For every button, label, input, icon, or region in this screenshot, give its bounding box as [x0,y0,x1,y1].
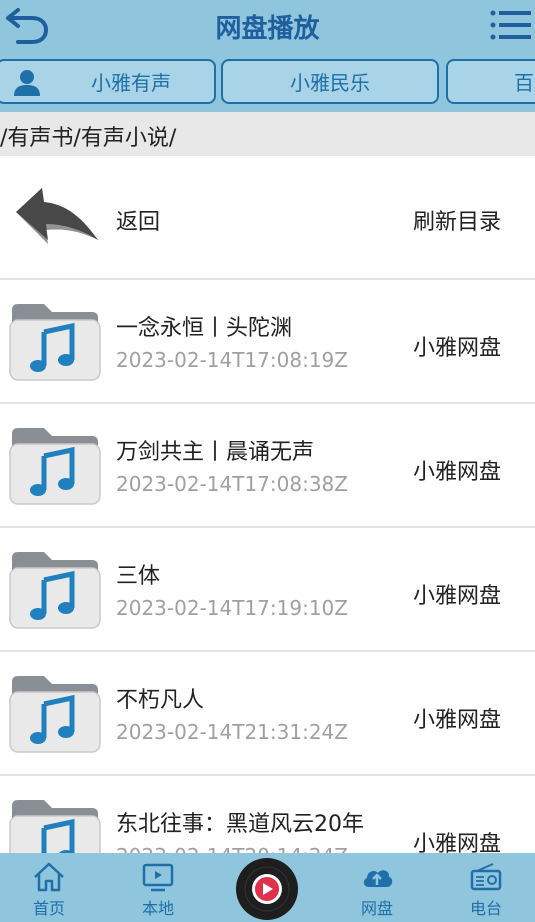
music-folder-icon [9,428,101,505]
app-header: 网盘播放 [0,0,535,52]
refresh-directory-button[interactable]: 刷新目录 [413,204,501,236]
play-icon [238,860,296,918]
item-source: 小雅网盘 [412,460,501,485]
item-name: 万剑共主丨晨诵无声 [116,440,315,465]
item-name: 东北往事：黑道风云20年 [116,812,364,837]
item-source: 小雅网盘 [412,584,501,609]
radio-icon [470,863,502,891]
person-icon [14,70,40,96]
tab-label: 小雅民乐 [290,71,370,95]
item-date: 2023-02-14T17:08:38Z [116,472,348,496]
item-source: 小雅网盘 [412,336,501,361]
cloud-upload-icon [363,870,393,887]
breadcrumb: /有声书/有声小说/ [0,112,535,156]
item-date: 2023-02-14T17:19:10Z [116,596,348,620]
return-arrow-icon [16,188,98,244]
nav-cloud[interactable]: 网盘 [347,861,407,919]
item-source: 小雅网盘 [412,708,501,733]
page-title: 网盘播放 [215,14,320,44]
nav-local[interactable]: 本地 [128,861,188,919]
list-item[interactable]: 万剑共主丨晨诵无声 2023-02-14T17:08:38Z 小雅网盘 [0,404,535,528]
tab-label: 百... [514,71,535,95]
list-item[interactable]: 一念永恒丨头陀渊 2023-02-14T17:08:19Z 小雅网盘 [0,280,535,404]
item-date: 2023-02-14T21:31:24Z [116,720,348,744]
tab-xiaoya-audio[interactable]: 小雅有声 [0,59,216,104]
list-item[interactable]: 不朽凡人 2023-02-14T21:31:24Z 小雅网盘 [0,652,535,776]
list-item[interactable]: 三体 2023-02-14T17:19:10Z 小雅网盘 [0,528,535,652]
nav-label: 电台 [469,899,502,918]
item-date: 2023-02-14T17:08:19Z [116,348,348,372]
file-list: 返回 刷新目录 一念永恒丨头陀渊 2023-02-14T17:08:19Z 小雅… [0,156,535,900]
music-folder-icon [9,552,101,629]
nav-label: 网盘 [360,899,393,918]
back-row[interactable]: 返回 刷新目录 [0,156,535,280]
nav-label: 首页 [32,899,65,918]
tab-xiaoya-folk[interactable]: 小雅民乐 [221,59,439,104]
source-tabs: 小雅有声 小雅民乐 百... [0,52,535,112]
item-name: 一念永恒丨头陀渊 [116,316,293,341]
music-folder-icon [9,676,101,753]
nav-home[interactable]: 首页 [19,861,79,919]
tab-label: 小雅有声 [91,71,171,95]
tv-icon [142,863,174,892]
item-name: 三体 [116,564,161,589]
tab-third[interactable]: 百... [446,59,535,104]
play-disc-button[interactable] [236,858,298,920]
item-name: 不朽凡人 [116,688,205,713]
home-icon [34,862,64,892]
nav-label: 本地 [141,899,174,918]
back-label: 返回 [116,210,161,235]
music-folder-icon [9,304,101,381]
nav-radio[interactable]: 电台 [456,861,516,919]
menu-icon[interactable] [487,4,533,46]
